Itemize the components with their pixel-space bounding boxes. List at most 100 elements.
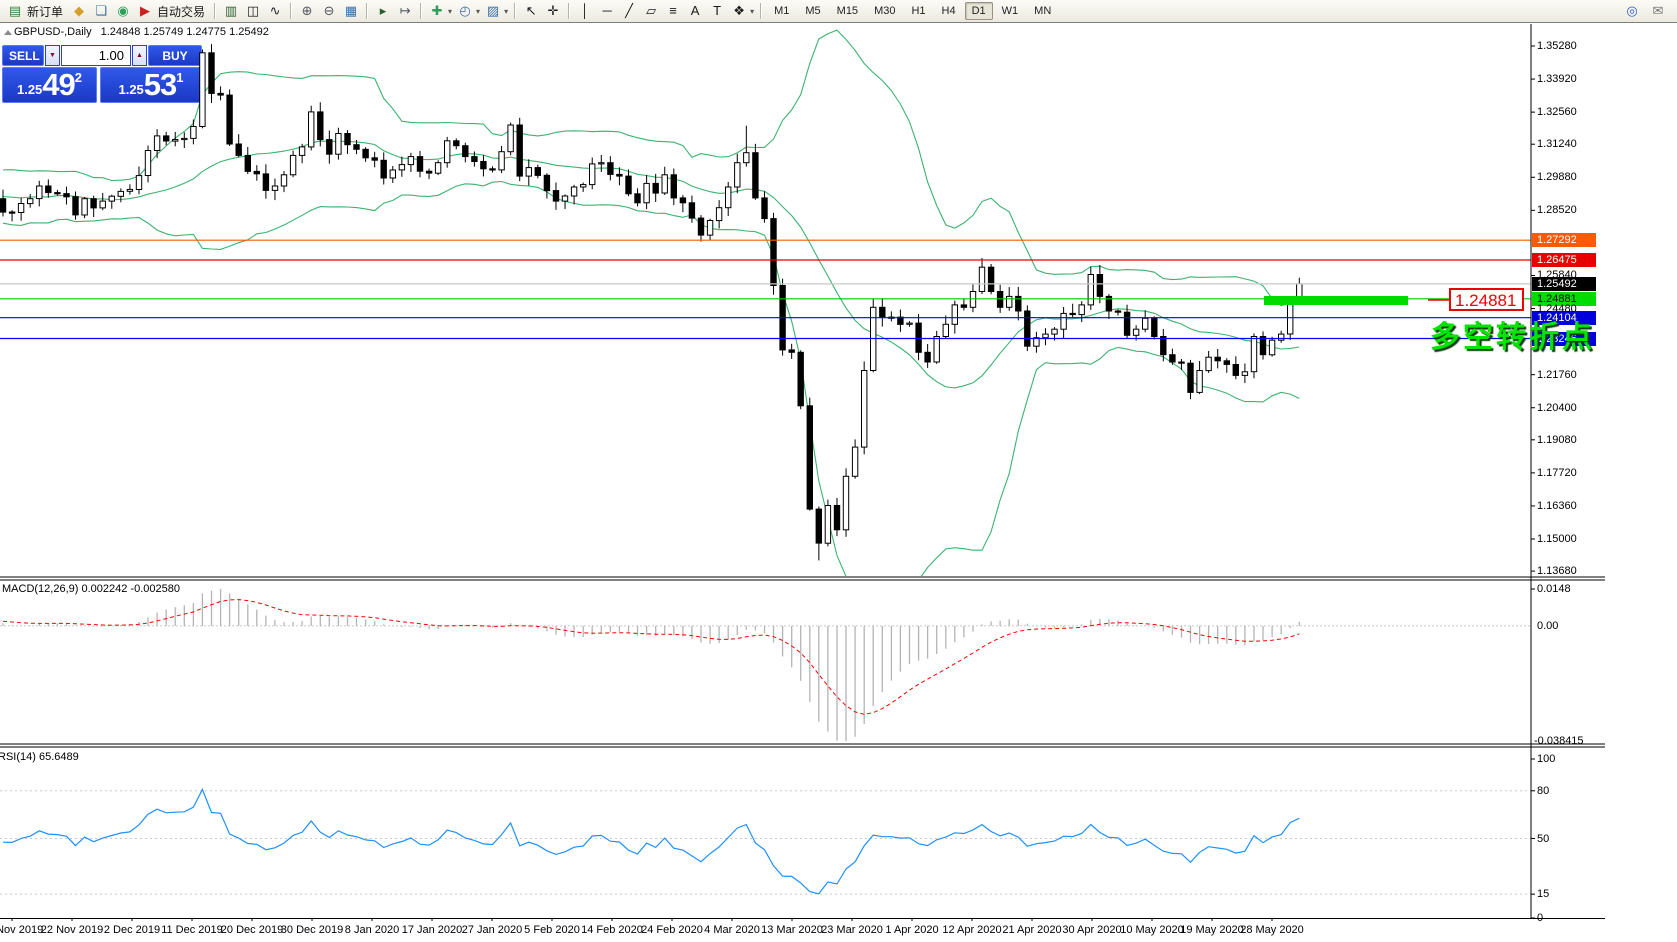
- price-level-label: 1.26475: [1532, 253, 1596, 267]
- market-watch-icon-group: ❏: [90, 1, 112, 21]
- macd-signal-line: [2, 599, 1300, 715]
- timeframe-m15-button[interactable]: M15: [830, 2, 865, 20]
- macd-tick-zero: 0.00: [1537, 620, 1559, 632]
- chat-icon[interactable]: ✉: [1647, 1, 1669, 21]
- tile-windows-icon[interactable]: ▦: [340, 1, 362, 21]
- date-axis-label: 11 Dec 2019: [161, 924, 223, 936]
- date-axis-label: 5 Feb 2020: [524, 924, 580, 936]
- timeframe-h1-button[interactable]: H1: [904, 2, 932, 20]
- new-order-button[interactable]: ▤: [4, 1, 26, 21]
- price-tick-label: 1.35280: [1537, 40, 1577, 52]
- auto-scroll-icon[interactable]: ▸: [372, 1, 394, 21]
- timeframe-m5-button[interactable]: M5: [798, 2, 827, 20]
- macd-indicator-label: MACD(12,26,9) 0.002242 -0.002580: [2, 583, 180, 595]
- rsi-indicator-label: RSI(14) 65.6489: [0, 751, 79, 763]
- metaeditor-icon[interactable]: ◆: [68, 1, 90, 21]
- chat-icon-group: ✉: [1647, 1, 1669, 21]
- signals-icon[interactable]: ◉: [112, 1, 134, 21]
- fibonacci-icon[interactable]: ≡: [662, 1, 684, 21]
- auto-trading-button[interactable]: ▶: [134, 1, 156, 21]
- periods-icon-dropdown[interactable]: ▾: [476, 7, 480, 16]
- indicators-icon-group: ✚ ▾: [426, 1, 454, 21]
- indicators-icon[interactable]: ✚: [426, 1, 448, 21]
- timeframe-h4-button[interactable]: H4: [935, 2, 963, 20]
- toolbar-separator: [290, 3, 293, 19]
- bollinger-upper-band: [2, 29, 1300, 307]
- crosshair-icon-group: ✛: [542, 1, 564, 21]
- candles: [0, 44, 1303, 561]
- timeframe-d1-button[interactable]: D1: [964, 2, 993, 20]
- crosshair-icon[interactable]: ✛: [542, 1, 564, 21]
- horizontal-line-icon[interactable]: ─: [596, 1, 618, 21]
- timeframe-mn-button[interactable]: MN: [1027, 2, 1058, 20]
- horizontal-line-icon-group: ─: [596, 1, 618, 21]
- main-toolbar: ▤ 新订单 ◆ ❏ ◉ ▶ 自动交易 ▥ ◫ ∿ ⊕ ⊖ ▦ ▸ ↦ ✚ ▾ ◴ ▾ ▨ ▾ ↖ ✛ │ ─ ╱ ▱ ≡ A T ❖ ▾ M1 M…: [0, 0, 1677, 23]
- price-annotation-box[interactable]: 1.24881: [1449, 288, 1524, 311]
- price-tick-label: 1.16360: [1537, 500, 1577, 512]
- search-icon-group: ◎: [1621, 1, 1643, 21]
- timeframe-m1-button[interactable]: M1: [767, 2, 796, 20]
- candlestick-chart-icon[interactable]: ◫: [242, 1, 264, 21]
- date-axis-label: 21 Apr 2020: [1002, 924, 1062, 936]
- signals-icon-group: ◉: [112, 1, 134, 21]
- search-icon[interactable]: ◎: [1621, 1, 1643, 21]
- indicators-icon-dropdown[interactable]: ▾: [448, 7, 452, 16]
- shapes-icon[interactable]: ❖: [728, 1, 750, 21]
- market-watch-icon[interactable]: ❏: [90, 1, 112, 21]
- rsi-tick-label: 50: [1537, 833, 1550, 845]
- zoom-out-icon-group: ⊖: [318, 1, 340, 21]
- price-tick-label: 1.19080: [1537, 434, 1577, 446]
- rsi-tick-label: 80: [1537, 785, 1550, 797]
- turning-point-text-annotation[interactable]: 多空转折点: [1430, 312, 1595, 356]
- bollinger-lower-band: [2, 180, 1300, 576]
- bollinger-middle-band: [2, 140, 1300, 389]
- line-chart-icon[interactable]: ∿: [264, 1, 286, 21]
- toolbar-separator: [760, 3, 763, 19]
- bar-chart-icon[interactable]: ▥: [220, 1, 242, 21]
- timeframe-w1-button[interactable]: W1: [995, 2, 1026, 20]
- templates-icon[interactable]: ▨: [482, 1, 504, 21]
- templates-icon-dropdown[interactable]: ▾: [504, 7, 508, 16]
- date-axis-label: 28 May 2020: [1240, 924, 1304, 936]
- date-axis-label: 10 May 2020: [1120, 924, 1184, 936]
- shapes-icon-dropdown[interactable]: ▾: [750, 7, 754, 16]
- templates-icon-group: ▨ ▾: [482, 1, 510, 21]
- date-axis-label: 27 Jan 2020: [461, 924, 523, 936]
- equidistant-channel-icon-group: ▱: [640, 1, 662, 21]
- price-tick-label: 1.13680: [1537, 565, 1577, 577]
- date-axis-label: 22 Nov 2019: [40, 924, 104, 936]
- periods-icon-group: ◴ ▾: [454, 1, 482, 21]
- chart-shift-icon[interactable]: ↦: [394, 1, 416, 21]
- vertical-line-icon[interactable]: │: [574, 1, 596, 21]
- shapes-icon-group: ❖ ▾: [728, 1, 756, 21]
- date-axis-label: 30 Apr 2020: [1062, 924, 1122, 936]
- trendline-icon[interactable]: ╱: [618, 1, 640, 21]
- new-order-button-label[interactable]: 新订单: [27, 3, 63, 20]
- toolbar-separator: [214, 3, 217, 19]
- price-tick-label: 1.32560: [1537, 106, 1577, 118]
- zoom-in-icon-group: ⊕: [296, 1, 318, 21]
- auto-trading-button-label[interactable]: 自动交易: [157, 3, 205, 20]
- date-axis-label: 1 Apr 2020: [885, 924, 939, 936]
- rsi-tick-label: 15: [1537, 888, 1550, 900]
- date-axis-label: 30 Dec 2019: [280, 924, 344, 936]
- equidistant-channel-icon[interactable]: ▱: [640, 1, 662, 21]
- text-label-icon[interactable]: T: [706, 1, 728, 21]
- text-icon-group: A: [684, 1, 706, 21]
- chart-shift-icon-group: ↦: [394, 1, 416, 21]
- thick-trendline-segment: [1264, 296, 1408, 305]
- zoom-in-icon[interactable]: ⊕: [296, 1, 318, 21]
- chart-canvas[interactable]: [0, 24, 1605, 921]
- price-tick-label: 1.28520: [1537, 204, 1577, 216]
- zoom-out-icon[interactable]: ⊖: [318, 1, 340, 21]
- auto-trading-button-group: ▶ 自动交易: [134, 1, 210, 21]
- timeframe-m30-button[interactable]: M30: [867, 2, 902, 20]
- date-axis-label: 13 Nov 2019: [0, 924, 44, 936]
- price-tick-label: 1.29880: [1537, 171, 1577, 183]
- fibonacci-icon-group: ≡: [662, 1, 684, 21]
- auto-scroll-icon-group: ▸: [372, 1, 394, 21]
- periods-icon[interactable]: ◴: [454, 1, 476, 21]
- cursor-icon-group: ↖: [520, 1, 542, 21]
- text-icon[interactable]: A: [684, 1, 706, 21]
- cursor-icon[interactable]: ↖: [520, 1, 542, 21]
